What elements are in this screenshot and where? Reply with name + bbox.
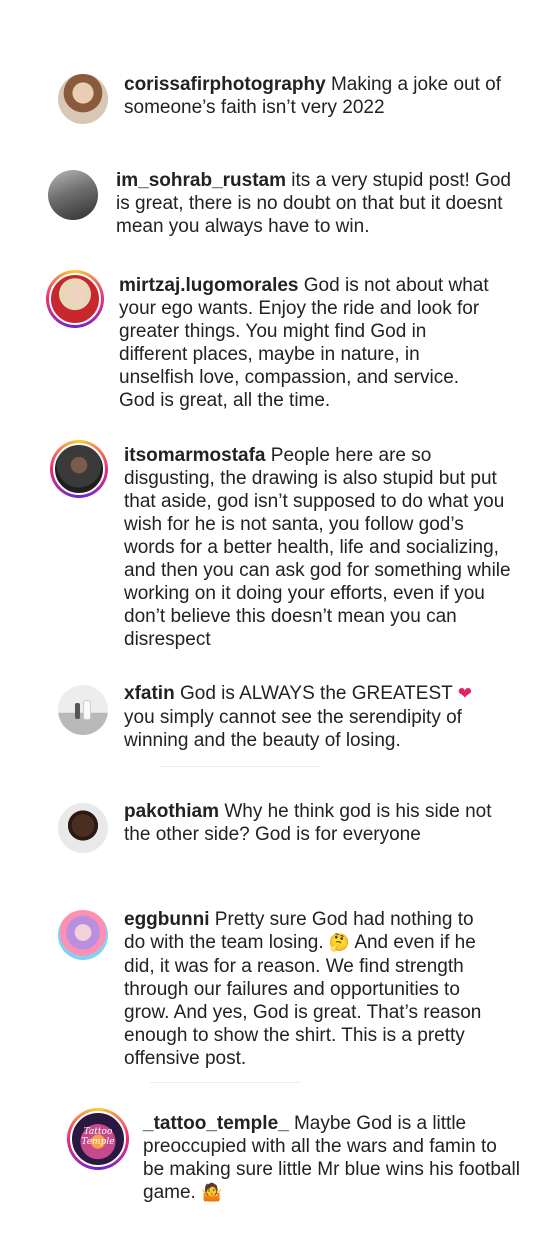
avatar[interactable] (46, 270, 104, 328)
comment-username[interactable]: _tattoo_temple_ (143, 1113, 289, 1134)
avatar[interactable] (58, 74, 108, 124)
comment-text: corissafirphotography Making a joke out … (124, 73, 516, 119)
avatar[interactable] (58, 910, 108, 960)
comment-text: eggbunni Pretty sure God had nothing to … (124, 908, 496, 1070)
comment-text: itsomarmostafa People here are so disgus… (124, 444, 514, 651)
shrug-icon: 🤷 (201, 1183, 223, 1203)
comment-body: People here are so disgusting, the drawi… (124, 445, 511, 650)
comment-username[interactable]: eggbunni (124, 909, 209, 930)
avatar[interactable] (58, 685, 108, 735)
avatar[interactable] (50, 440, 108, 498)
avatar[interactable] (58, 803, 108, 853)
comment-username[interactable]: im_sohrab_rustam (116, 170, 286, 191)
comment-body-continued: you simply cannot see the serendipity of… (124, 707, 462, 751)
divider (150, 1082, 300, 1083)
comment-username[interactable]: pakothiam (124, 801, 219, 822)
comment-username[interactable]: itsomarmostafa (124, 445, 266, 466)
comment-text: im_sohrab_rustam its a very stupid post!… (116, 169, 516, 238)
comment-text: mirtzaj.lugomorales God is not about wha… (119, 274, 499, 412)
comment-body: God is ALWAYS the GREATEST (179, 683, 453, 704)
divider (160, 766, 320, 767)
comment-username[interactable]: corissafirphotography (124, 74, 326, 95)
thinking-face-icon: 🤔 (328, 933, 351, 953)
heart-icon: ❤ (457, 684, 472, 704)
comment-text: xfatin God is ALWAYS the GREATEST ❤ you … (124, 682, 494, 752)
avatar[interactable]: Tattoo Temple (67, 1108, 129, 1170)
comment-username[interactable]: xfatin (124, 683, 175, 704)
comment-text: _tattoo_temple_ Maybe God is a little pr… (143, 1112, 523, 1205)
comment-username[interactable]: mirtzaj.lugomorales (119, 275, 299, 296)
tattoo-temple-logo: Tattoo Temple (81, 1127, 115, 1147)
avatar[interactable] (48, 170, 98, 220)
comment-text: pakothiam Why he think god is his side n… (124, 800, 504, 846)
